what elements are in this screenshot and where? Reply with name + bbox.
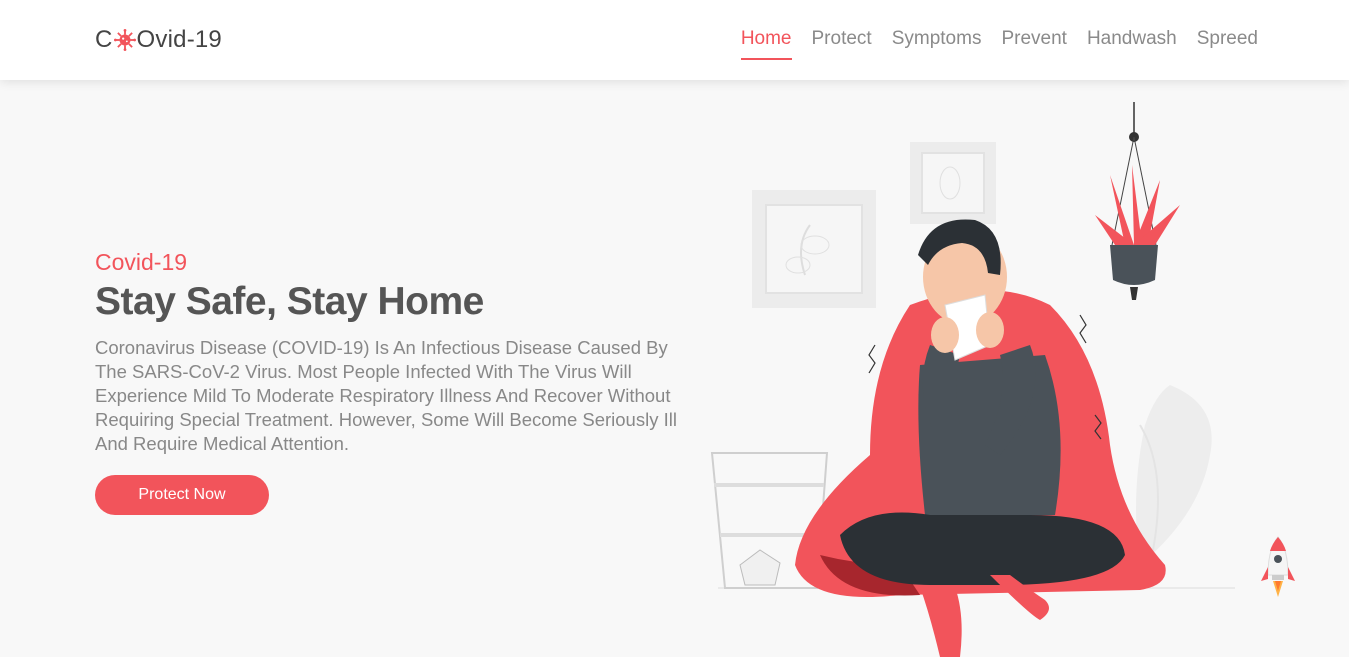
- logo-suffix: Ovid-19: [136, 26, 222, 53]
- logo-prefix: C: [95, 26, 113, 53]
- rocket-icon[interactable]: [1258, 535, 1298, 605]
- main-nav: Home Protect Symptoms Prevent Handwash S…: [740, 28, 1258, 60]
- hero-description: Coronavirus Disease (COVID-19) Is An Inf…: [95, 337, 677, 454]
- person-legs: [840, 512, 1125, 585]
- nav-protect[interactable]: Protect: [812, 28, 872, 60]
- wall-frame-left: [752, 190, 876, 308]
- hanging-plant: [1095, 102, 1180, 300]
- protect-now-button[interactable]: Protect Now: [95, 475, 269, 515]
- nav-handwash[interactable]: Handwash: [1087, 28, 1177, 60]
- site-header: C Ovid-19 Home Protect Symptoms Prevent …: [0, 0, 1349, 80]
- hero-title: Stay Safe, Stay Home: [95, 280, 484, 323]
- nav-home[interactable]: Home: [740, 28, 792, 60]
- sick-person-illustration: [710, 102, 1235, 657]
- hero-subtitle: Covid-19: [95, 249, 188, 275]
- nav-prevent[interactable]: Prevent: [1001, 28, 1066, 60]
- wall-frame-top: [910, 142, 996, 224]
- nav-spreed[interactable]: Spreed: [1197, 28, 1258, 60]
- virus-icon: [113, 29, 136, 51]
- nav-symptoms[interactable]: Symptoms: [892, 28, 982, 60]
- background-plant: [1136, 385, 1212, 566]
- site-logo[interactable]: C Ovid-19: [95, 26, 222, 54]
